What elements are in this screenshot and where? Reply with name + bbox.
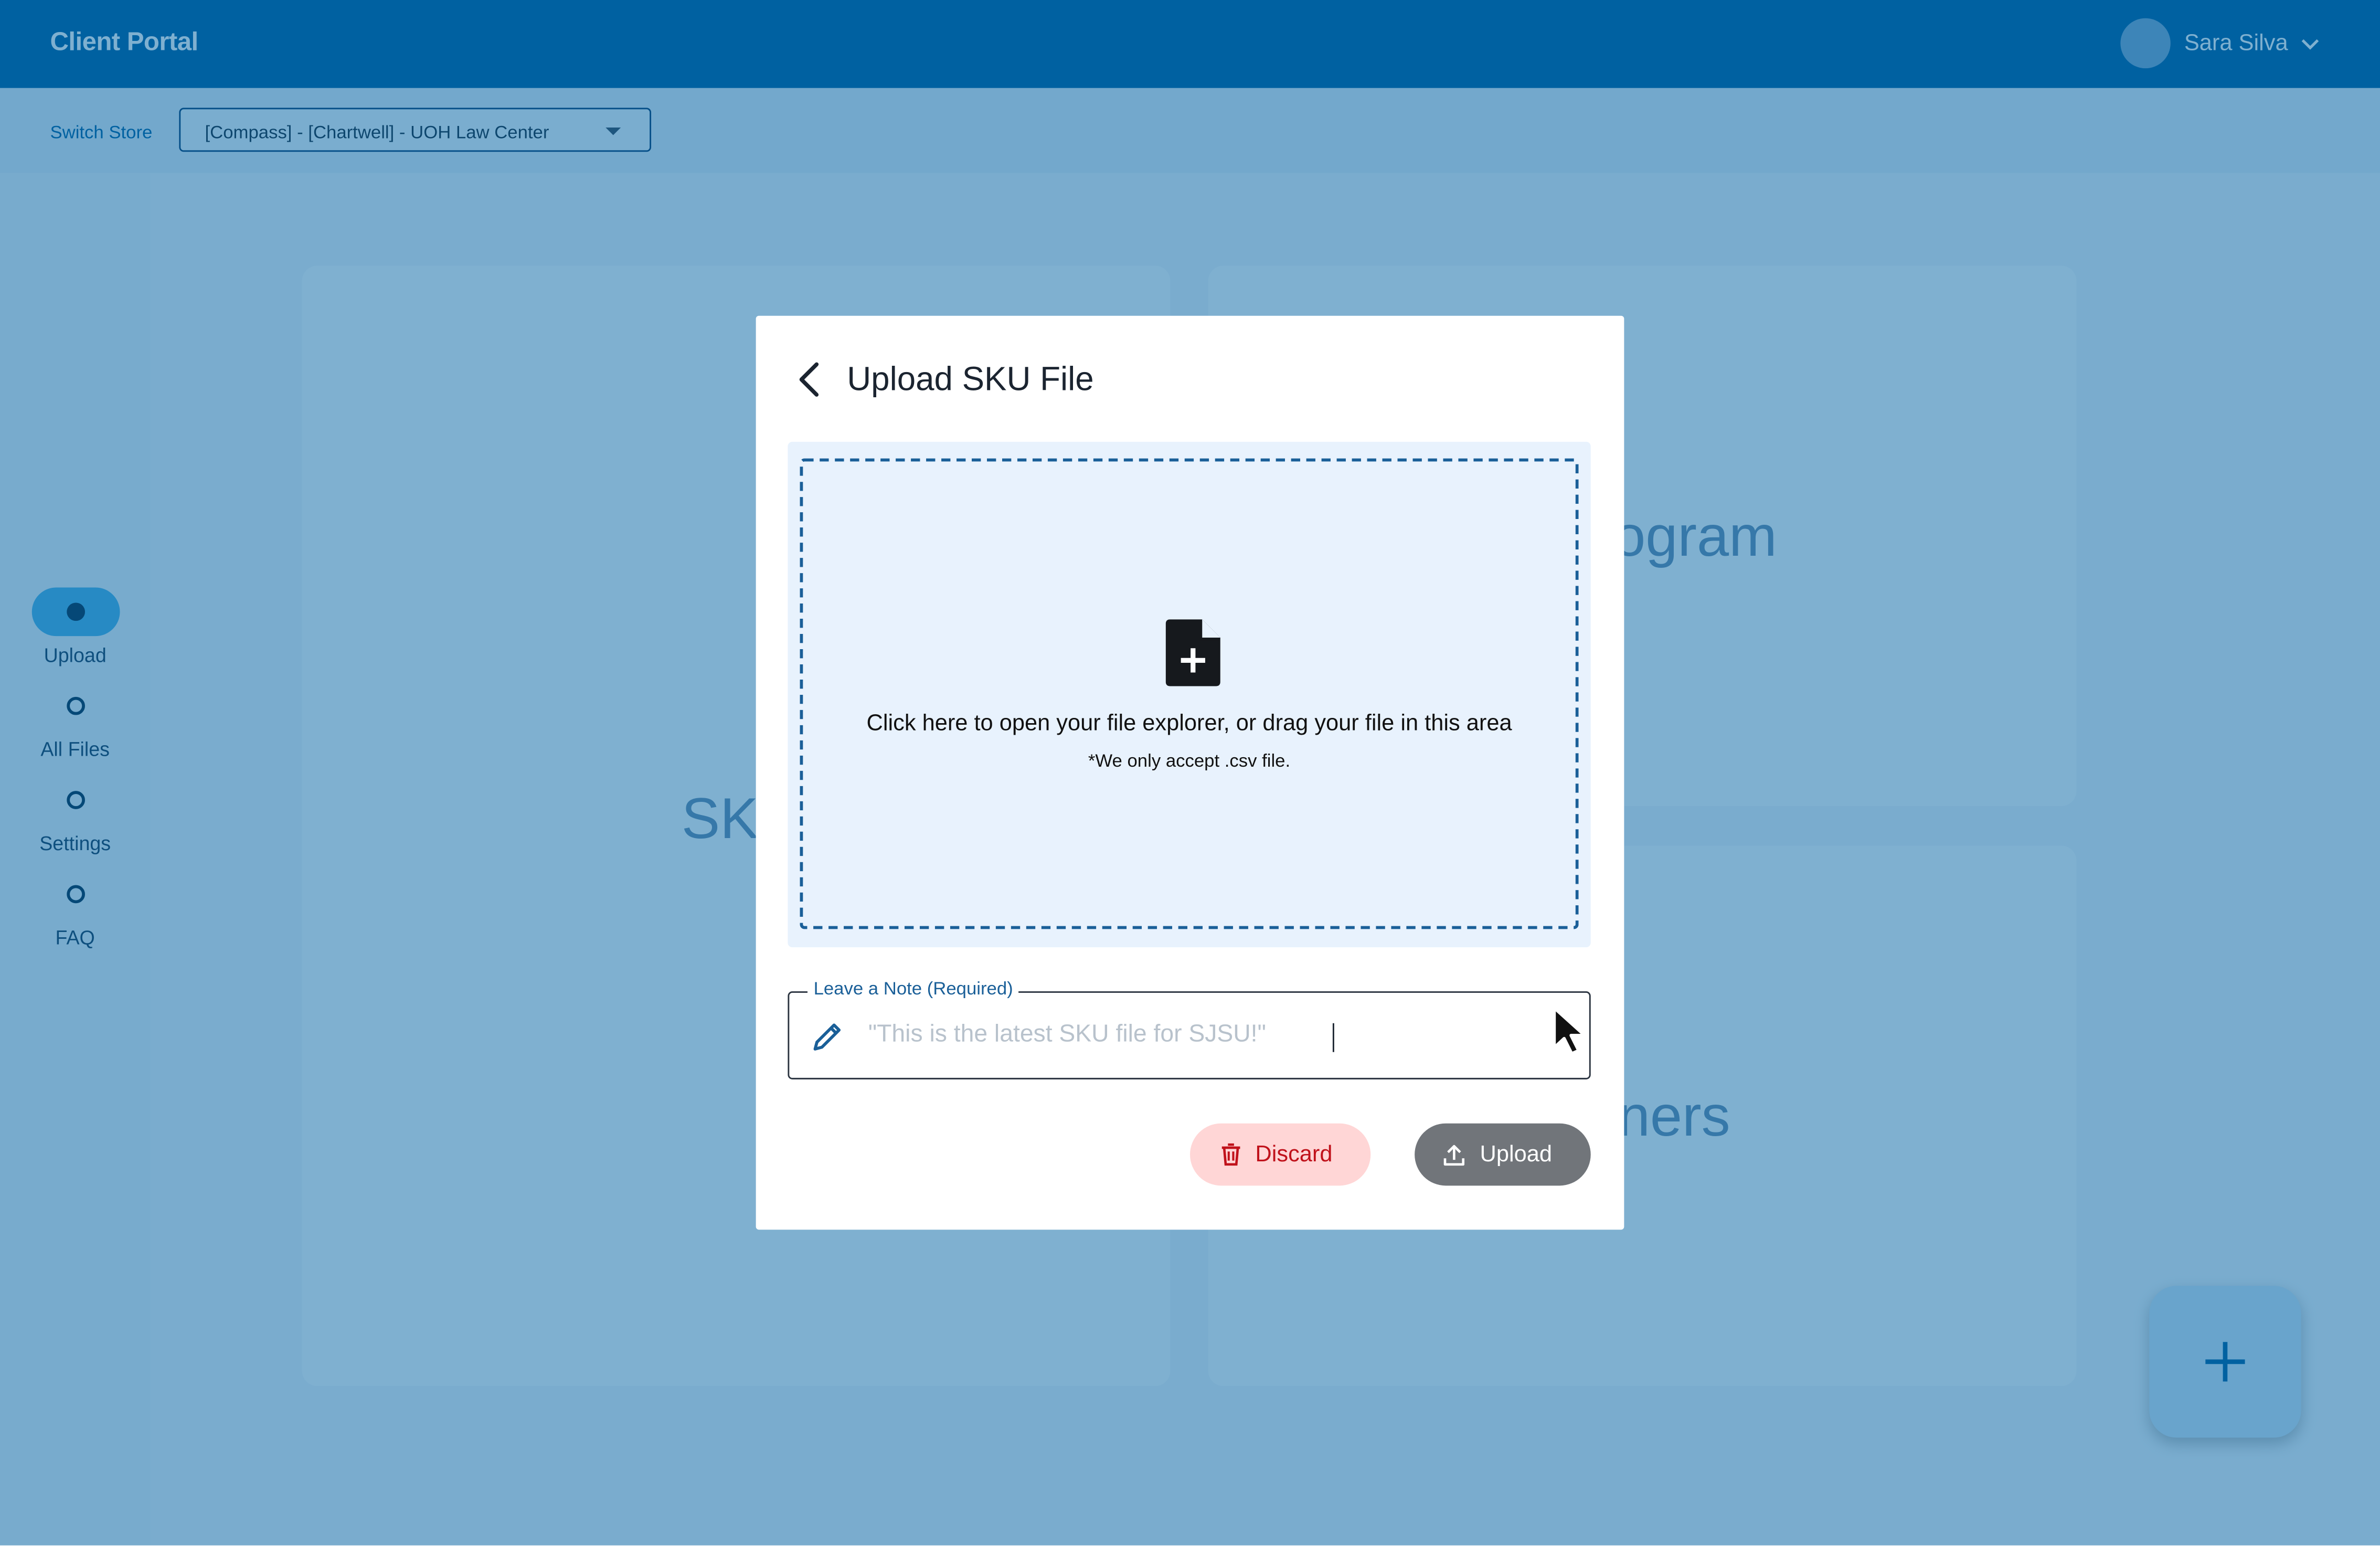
upload-button[interactable]: Upload	[1415, 1123, 1591, 1186]
upload-button-label: Upload	[1480, 1141, 1553, 1168]
note-label: Leave a Note (Required)	[808, 978, 1019, 999]
file-dropzone: Click here to open your file explorer, o…	[788, 441, 1591, 948]
note-input[interactable]	[868, 1011, 1536, 1060]
file-plus-icon	[1165, 619, 1220, 686]
discard-button[interactable]: Discard	[1190, 1123, 1371, 1186]
text-caret	[1332, 1023, 1334, 1052]
chevron-left-icon[interactable]	[788, 358, 830, 401]
note-field: Leave a Note (Required)	[788, 978, 1591, 1079]
trash-icon	[1221, 1143, 1240, 1166]
discard-button-label: Discard	[1255, 1141, 1333, 1168]
screen: Client Portal Sara Silva Switch Store [C…	[0, 0, 2380, 1545]
upload-icon	[1443, 1145, 1465, 1166]
upload-sku-dialog: Upload SKU File Click here to open your …	[756, 315, 1624, 1230]
dialog-title: Upload SKU File	[847, 359, 1094, 398]
dropzone-hint: *We only accept .csv file.	[1088, 750, 1291, 771]
dropzone-instructions: Click here to open your file explorer, o…	[866, 710, 1512, 737]
mouse-pointer-icon	[1553, 1006, 1587, 1055]
file-dropzone-area[interactable]: Click here to open your file explorer, o…	[800, 458, 1579, 929]
pencil-icon	[813, 1023, 841, 1051]
